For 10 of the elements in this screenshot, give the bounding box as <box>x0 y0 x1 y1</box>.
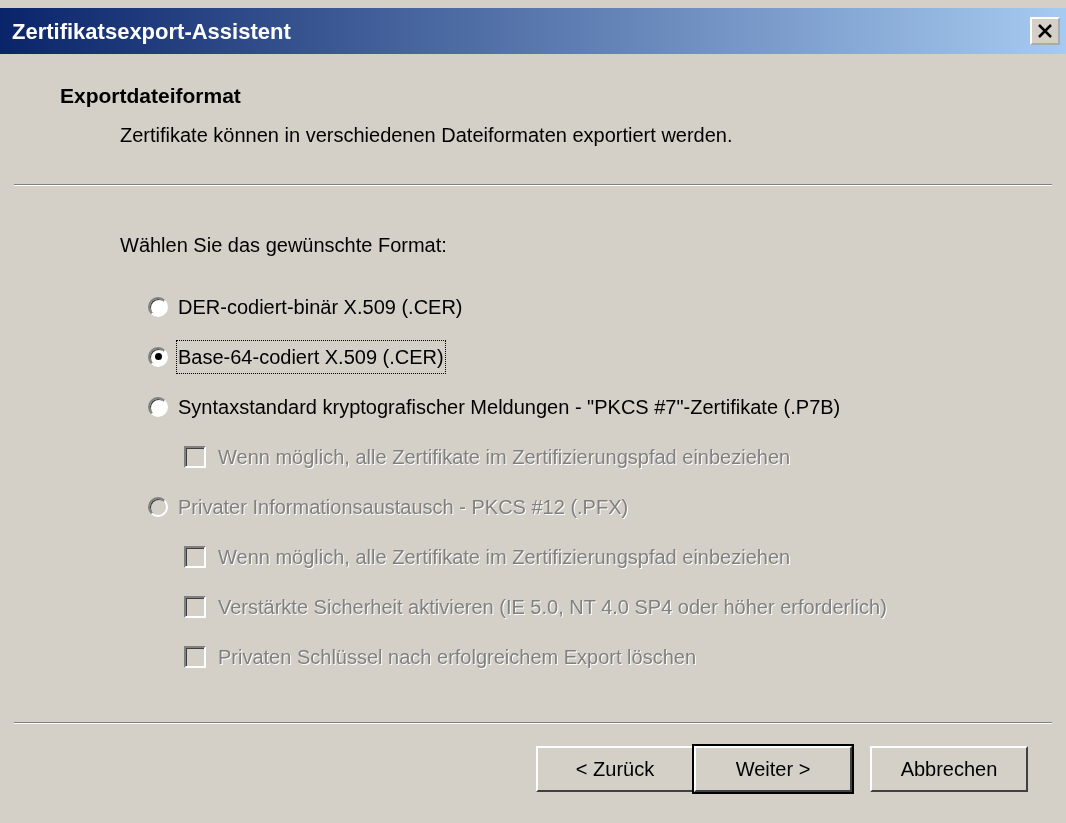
prompt-text: Wählen Sie das gewünschte Format: <box>120 232 448 258</box>
radio-label[interactable]: Base-64-codiert X.509 (.CER) <box>178 341 444 372</box>
radio-label[interactable]: Syntaxstandard kryptografischer Meldungen - "PKCS #7"-Zertifikate (.P7B) <box>178 391 841 422</box>
dialog-button[interactable]: Weiter > <box>694 745 852 792</box>
dialog-button[interactable]: < Zurück <box>536 745 694 792</box>
dialog-button[interactable]: Abbrechen <box>870 745 1028 792</box>
window-title: Zertifikatsexport-Assistent <box>12 17 291 46</box>
page-heading: Exportdateiformat <box>60 83 242 109</box>
page-description: Zertifikate können in verschiedenen Dateiformaten exportiert werden. <box>119 122 734 148</box>
radio-label[interactable]: DER-codiert-binär X.509 (.CER) <box>178 291 463 322</box>
